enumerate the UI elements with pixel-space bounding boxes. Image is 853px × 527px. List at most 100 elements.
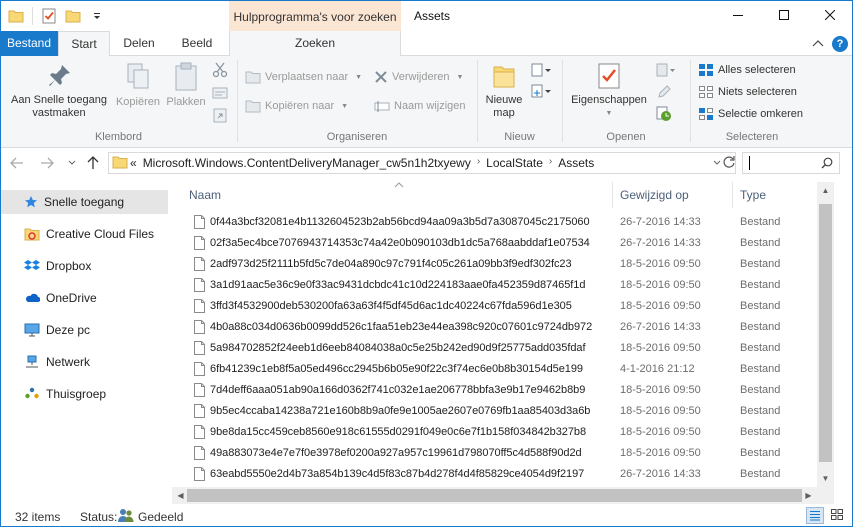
properties-button[interactable]: Eigenschappen ▼ bbox=[566, 62, 652, 120]
table-row[interactable]: 7d4deff6aaa051ab90a166d0362f741c032e1ae2… bbox=[172, 380, 817, 401]
nav-item-quick-access[interactable]: Snelle toegang bbox=[0, 190, 168, 214]
new-folder-button[interactable]: Nieuwe map bbox=[482, 62, 526, 120]
new-folder-icon[interactable] bbox=[63, 6, 83, 26]
customize-toolbar-icon[interactable] bbox=[87, 6, 107, 26]
up-button[interactable] bbox=[84, 155, 102, 171]
select-all-button[interactable]: Alles selecteren bbox=[698, 60, 796, 80]
scroll-up-icon[interactable]: ▲ bbox=[817, 182, 834, 199]
computer-icon bbox=[24, 323, 40, 337]
table-row[interactable]: 3ffd3f4532900deb530200fa63a63f4f5df45d6a… bbox=[172, 296, 817, 317]
select-all-icon bbox=[699, 64, 713, 76]
breadcrumb-item[interactable]: Microsoft.Windows.ContentDeliveryManager… bbox=[143, 156, 471, 170]
details-view-button[interactable] bbox=[806, 507, 824, 524]
table-row[interactable]: 49a883073e4e7e7f0e3978ef0200a927a957c199… bbox=[172, 443, 817, 464]
nav-item-homegroup[interactable]: Thuisgroep bbox=[0, 382, 168, 406]
breadcrumb-separator-icon[interactable]: › bbox=[477, 156, 480, 170]
new-group-label: Nieuw bbox=[504, 131, 535, 143]
copy-to-button[interactable]: Kopiëren naar ▼ bbox=[245, 96, 348, 116]
table-row[interactable]: 63eabd5550e2d4b73a854b139c4d5f83c87b4d27… bbox=[172, 464, 817, 485]
tab-view[interactable]: Beeld bbox=[168, 31, 226, 56]
properties-icon[interactable] bbox=[39, 6, 59, 26]
pin-quick-access-button[interactable]: Aan Snelle toegang vastmaken bbox=[4, 62, 114, 120]
table-row[interactable]: 5a984702852f24eeb1d6eeb84084038a0c5e25b2… bbox=[172, 338, 817, 359]
history-button[interactable] bbox=[656, 106, 672, 122]
table-row[interactable]: 0f44a3bcf32081e4b1132604523b2ab56bcd94aa… bbox=[172, 212, 817, 233]
file-icon bbox=[194, 236, 205, 250]
large-icons-view-button[interactable] bbox=[828, 507, 846, 524]
close-button[interactable] bbox=[807, 0, 853, 30]
scroll-down-icon[interactable]: ▼ bbox=[817, 470, 834, 487]
select-none-button[interactable]: Niets selecteren bbox=[698, 82, 797, 102]
nav-item-dropbox[interactable]: Dropbox bbox=[0, 254, 168, 278]
paste-button[interactable]: Plakken bbox=[163, 62, 209, 109]
forward-button[interactable] bbox=[38, 155, 56, 171]
move-to-button[interactable]: Verplaatsen naar ▼ bbox=[245, 67, 362, 87]
breadcrumb-item[interactable]: LocalState bbox=[486, 156, 543, 170]
cut-button[interactable] bbox=[212, 62, 228, 78]
vertical-scroll-thumb[interactable] bbox=[819, 204, 832, 462]
edit-button[interactable] bbox=[656, 84, 672, 100]
paste-shortcut-button[interactable] bbox=[212, 107, 228, 123]
open-button[interactable] bbox=[656, 62, 676, 78]
maximize-icon bbox=[779, 10, 789, 20]
breadcrumb-overflow[interactable]: « bbox=[130, 156, 137, 170]
column-header-type[interactable]: Type bbox=[740, 188, 766, 202]
delete-button[interactable]: Verwijderen ▼ bbox=[374, 67, 463, 87]
address-history-button[interactable] bbox=[713, 156, 721, 170]
select-none-icon bbox=[699, 86, 713, 98]
column-header-modified[interactable]: Gewijzigd op bbox=[620, 188, 689, 202]
file-name: 02f3a5ec4bce7076943714353c74a42e0b090103… bbox=[210, 237, 590, 249]
context-header-label: Hulpprogramma's voor zoeken bbox=[233, 10, 397, 24]
table-row[interactable]: 4b0a88c034d0636b0099dd526c1faa51eb23e44e… bbox=[172, 317, 817, 338]
nav-item-network[interactable]: Netwerk bbox=[0, 350, 168, 374]
table-row[interactable]: 9b5ec4ccaba14238a721e160b8b9a0fe9e1005ae… bbox=[172, 401, 817, 422]
breadcrumb-separator-icon[interactable]: › bbox=[549, 156, 552, 170]
maximize-button[interactable] bbox=[761, 0, 807, 30]
nav-item-label: Thuisgroep bbox=[46, 387, 107, 401]
copy-button[interactable]: Kopiëren bbox=[113, 62, 163, 109]
tab-file[interactable]: Bestand bbox=[0, 31, 58, 56]
rename-button[interactable]: Naam wijzigen bbox=[374, 96, 466, 116]
back-button[interactable] bbox=[8, 155, 26, 171]
tab-start[interactable]: Start bbox=[58, 31, 110, 57]
copy-path-button[interactable] bbox=[212, 85, 228, 101]
search-input[interactable] bbox=[742, 152, 840, 174]
nav-item-creative-cloud[interactable]: Creative Cloud Files bbox=[0, 222, 168, 246]
scroll-right-icon[interactable]: ▶ bbox=[800, 487, 817, 504]
new-item-button[interactable] bbox=[531, 63, 553, 77]
table-row[interactable]: 02f3a5ec4bce7076943714353c74a42e0b090103… bbox=[172, 233, 817, 254]
nav-item-onedrive[interactable]: OneDrive bbox=[0, 286, 168, 310]
file-modified: 26-7-2016 14:33 bbox=[620, 237, 701, 249]
table-row[interactable]: 6fb41239c1eb8f5a05ed496cc2945b6b05e90f22… bbox=[172, 359, 817, 380]
search-icon bbox=[821, 157, 833, 169]
details-view-icon bbox=[810, 511, 820, 521]
table-row[interactable]: 2adf973d25f2111b5fd5c7de04a890c97c791f4c… bbox=[172, 254, 817, 275]
refresh-button[interactable] bbox=[722, 155, 736, 169]
horizontal-scroll-thumb[interactable] bbox=[187, 489, 802, 502]
homegroup-icon bbox=[25, 387, 39, 399]
column-header-name[interactable]: Naam bbox=[189, 188, 221, 202]
recent-locations-button[interactable] bbox=[63, 155, 81, 171]
navigation-pane: Snelle toegang Creative Cloud Files Drop… bbox=[0, 184, 172, 500]
creative-cloud-folder-icon bbox=[24, 228, 40, 241]
file-name: 3a1d91aac5e36c9e0f33ac9431dcbdc41c10d224… bbox=[210, 279, 586, 291]
table-row[interactable]: 9be8da15cc459ceb8560e918c61555d0291f049e… bbox=[172, 422, 817, 443]
tab-share[interactable]: Delen bbox=[113, 31, 165, 56]
file-icon bbox=[194, 362, 205, 376]
nav-item-this-pc[interactable]: Deze pc bbox=[0, 318, 168, 342]
rename-label: Naam wijzigen bbox=[394, 100, 466, 112]
minimize-button[interactable] bbox=[715, 0, 761, 30]
invert-selection-button[interactable]: Selectie omkeren bbox=[698, 104, 803, 124]
column-divider[interactable] bbox=[732, 182, 733, 208]
breadcrumb-item[interactable]: Assets bbox=[558, 156, 594, 170]
collapse-ribbon-button[interactable] bbox=[810, 37, 826, 51]
tab-search[interactable]: Zoeken bbox=[229, 31, 401, 56]
help-button[interactable]: ? bbox=[832, 36, 848, 52]
arrow-up-icon bbox=[87, 156, 99, 169]
invert-selection-label: Selectie omkeren bbox=[718, 108, 803, 120]
table-row[interactable]: 3a1d91aac5e36c9e0f33ac9431dcbdc41c10d224… bbox=[172, 275, 817, 296]
clipboard-group-label: Klembord bbox=[94, 131, 143, 143]
easy-access-button[interactable] bbox=[531, 84, 553, 98]
column-divider[interactable] bbox=[612, 182, 613, 208]
folder-icon[interactable] bbox=[6, 6, 26, 26]
